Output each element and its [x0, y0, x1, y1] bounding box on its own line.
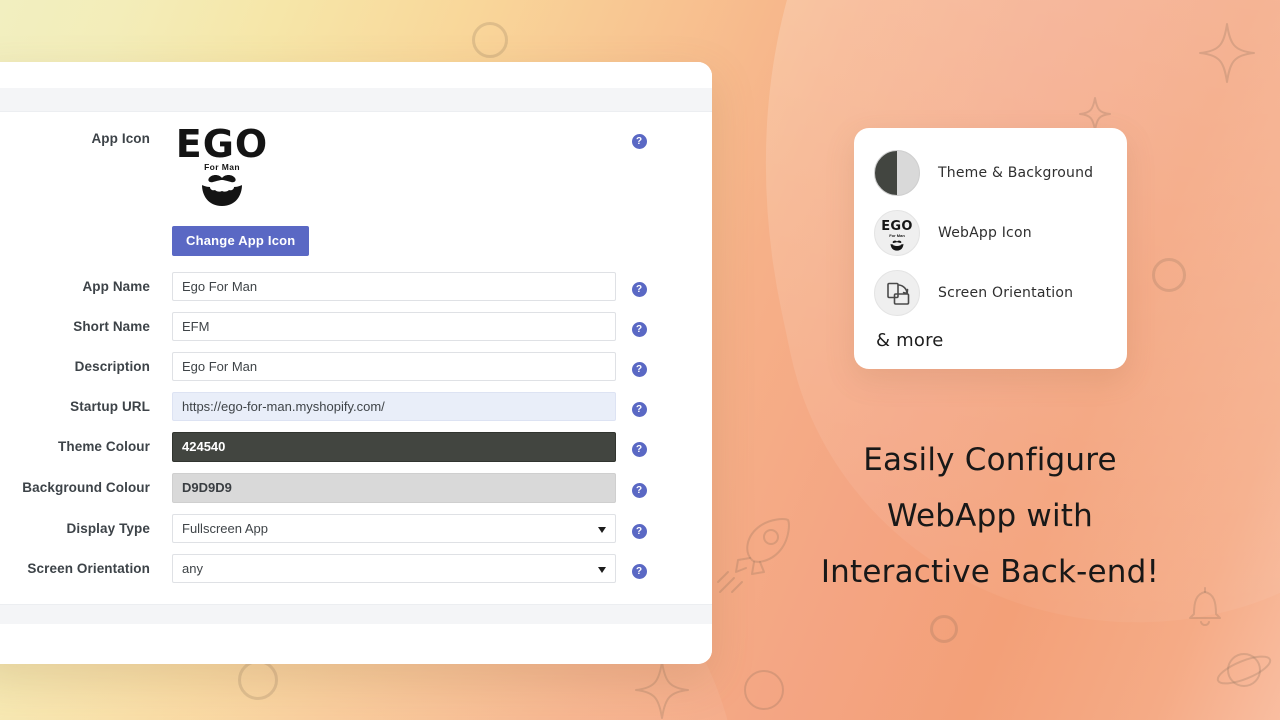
background-colour-input[interactable]: D9D9D9	[172, 473, 616, 503]
short-name-input[interactable]: EFM	[172, 312, 616, 341]
field-cell: EFM	[172, 312, 616, 341]
field-label: Display Type	[66, 521, 150, 536]
window-titlebar	[0, 62, 712, 88]
help-circle-icon[interactable]: ?	[631, 524, 647, 539]
help-circle-icon[interactable]: ?	[631, 362, 647, 377]
theme-colour-input[interactable]: 424540	[172, 432, 616, 462]
circle-outline-icon	[238, 660, 278, 700]
browser-window: App Icon EGO For Man Change App Icon ? A…	[0, 62, 712, 664]
field-label: App Name	[82, 279, 150, 294]
app-logo: EGO For Man	[172, 124, 272, 212]
display-type-select[interactable]: Fullscreen App	[172, 514, 616, 543]
help-cell: ?	[616, 312, 662, 337]
help-circle-icon[interactable]: ?	[631, 442, 647, 457]
help-circle-icon[interactable]: ?	[631, 282, 647, 297]
help-circle-icon[interactable]: ?	[631, 483, 647, 498]
mini-logo-wordmark: EGO	[881, 219, 913, 234]
form-row-background-colour: Background Colour D9D9D9 ?	[0, 473, 672, 503]
help-cell: ?	[616, 432, 662, 457]
settings-form-body: App Icon EGO For Man Change App Icon ? A…	[0, 112, 712, 604]
app-icon-field: EGO For Man Change App Icon	[172, 124, 616, 256]
help-cell: ?	[616, 514, 662, 539]
field-cell: Ego For Man	[172, 272, 616, 301]
help-circle-icon[interactable]: ?	[631, 564, 647, 579]
feature-label: WebApp Icon	[938, 225, 1032, 241]
field-label: Screen Orientation	[27, 561, 150, 576]
window-bottom-area	[0, 624, 712, 664]
help-circle-icon[interactable]: ?	[631, 402, 647, 417]
sparkle-outline-icon	[1198, 22, 1256, 84]
help-cell: ?	[616, 554, 662, 579]
circle-outline-icon	[1152, 258, 1186, 292]
feature-item-theme-background[interactable]: Theme & Background	[874, 150, 1107, 196]
form-row-short-name: Short Name EFM ?	[0, 312, 672, 341]
form-row-startup-url: Startup URL https://ego-for-man.myshopif…	[0, 392, 672, 421]
form-row-theme-colour: Theme Colour 424540 ?	[0, 432, 672, 462]
screen-rotate-icon	[874, 270, 920, 316]
field-cell: D9D9D9	[172, 473, 616, 503]
window-toolbar	[0, 88, 712, 112]
headline-line-1: Easily Configure	[863, 442, 1117, 478]
help-circle-icon[interactable]: ?	[631, 322, 647, 337]
sparkle-outline-icon	[1078, 96, 1112, 132]
promo-banner: App Icon EGO For Man Change App Icon ? A…	[0, 0, 1280, 720]
description-input[interactable]: Ego For Man	[172, 352, 616, 381]
window-statusbar	[0, 604, 712, 624]
ego-app-icon: EGO For Man	[874, 210, 920, 256]
half-circle-theme-icon	[874, 150, 920, 196]
feature-item-screen-orientation[interactable]: Screen Orientation	[874, 270, 1107, 316]
app-icon-label: App Icon	[91, 131, 150, 146]
startup-url-input[interactable]: https://ego-for-man.myshopify.com/	[172, 392, 616, 421]
headline-line-2: WebApp with	[887, 498, 1093, 534]
change-app-icon-button[interactable]: Change App Icon	[172, 226, 310, 256]
field-label: Background Colour	[22, 480, 150, 495]
form-row-screen-orientation: Screen Orientation any ?	[0, 554, 672, 583]
help-cell: ?	[616, 473, 662, 498]
help-cell: ?	[616, 124, 662, 149]
chevron-down-icon	[598, 567, 606, 573]
webapp-settings-form: App Icon EGO For Man Change App Icon ? A…	[0, 124, 712, 583]
field-label: Description	[74, 359, 150, 374]
mini-logo: EGO For Man	[875, 219, 919, 255]
field-label: Startup URL	[70, 399, 150, 414]
headline-line-3: Interactive Back-end!	[820, 554, 1160, 590]
help-cell: ?	[616, 272, 662, 297]
form-row-app-name: App Name Ego For Man ?	[0, 272, 672, 301]
circle-outline-icon	[930, 615, 958, 643]
feature-highlight-card: Theme & Background EGO For Man WebApp Ic…	[854, 128, 1127, 369]
display-type-value: Fullscreen App	[182, 521, 268, 536]
field-label: Short Name	[73, 319, 150, 334]
form-row-display-type: Display Type Fullscreen App ?	[0, 514, 672, 543]
form-row-description: Description Ego For Man ?	[0, 352, 672, 381]
app-name-input[interactable]: Ego For Man	[172, 272, 616, 301]
feature-label: Screen Orientation	[938, 285, 1074, 301]
help-circle-icon[interactable]: ?	[631, 134, 647, 149]
logo-wordmark: EGO	[175, 122, 269, 166]
field-cell: Ego For Man	[172, 352, 616, 381]
field-cell: https://ego-for-man.myshopify.com/	[172, 392, 616, 421]
field-cell: any	[172, 554, 616, 583]
field-label: Theme Colour	[58, 439, 150, 454]
circle-outline-icon	[742, 668, 786, 712]
more-features-label: & more	[876, 330, 944, 351]
circle-outline-icon	[472, 22, 508, 58]
beard-mustache-icon	[875, 238, 919, 255]
headline: Easily Configure WebApp with Interactive…	[760, 432, 1220, 600]
planet-outline-icon	[1216, 646, 1276, 698]
screen-orientation-value: any	[182, 561, 203, 576]
beard-mustache-icon	[172, 173, 272, 212]
field-cell: 424540	[172, 432, 616, 462]
form-row-app-icon: App Icon EGO For Man Change App Icon ?	[0, 124, 672, 256]
help-cell: ?	[616, 392, 662, 417]
screen-orientation-select[interactable]: any	[172, 554, 616, 583]
feature-label: Theme & Background	[938, 165, 1094, 181]
help-cell: ?	[616, 352, 662, 377]
chevron-down-icon	[598, 527, 606, 533]
field-cell: Fullscreen App	[172, 514, 616, 543]
sparkle-outline-icon	[634, 660, 690, 720]
feature-item-webapp-icon[interactable]: EGO For Man WebApp Icon	[874, 210, 1107, 256]
